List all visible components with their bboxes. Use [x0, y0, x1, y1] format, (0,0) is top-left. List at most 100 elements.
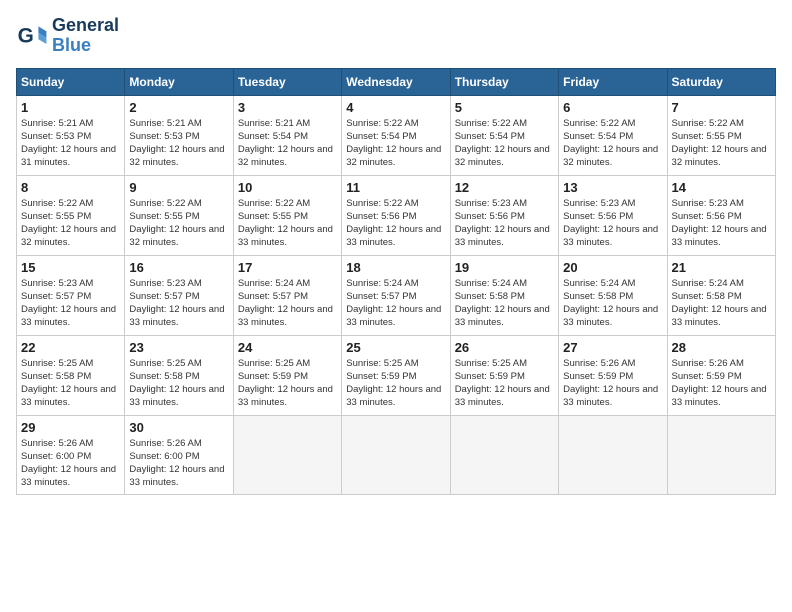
sunset-text: Sunset: 5:59 PM: [346, 370, 445, 383]
day-info: Sunrise: 5:24 AM Sunset: 5:58 PM Dayligh…: [455, 277, 554, 330]
day-info: Sunrise: 5:24 AM Sunset: 5:57 PM Dayligh…: [346, 277, 445, 330]
logo-text: General Blue: [52, 16, 119, 56]
sunset-text: Sunset: 5:57 PM: [346, 290, 445, 303]
day-number: 28: [672, 340, 771, 355]
sunset-text: Sunset: 5:57 PM: [21, 290, 120, 303]
sunset-text: Sunset: 5:58 PM: [129, 370, 228, 383]
daylight-text: Daylight: 12 hours and 33 minutes.: [346, 303, 445, 330]
day-cell-14: 14 Sunrise: 5:23 AM Sunset: 5:56 PM Dayl…: [667, 175, 775, 255]
day-number: 8: [21, 180, 120, 195]
sunrise-text: Sunrise: 5:25 AM: [238, 357, 337, 370]
sunrise-text: Sunrise: 5:22 AM: [21, 197, 120, 210]
daylight-text: Daylight: 12 hours and 33 minutes.: [21, 303, 120, 330]
day-number: 21: [672, 260, 771, 275]
sunset-text: Sunset: 5:54 PM: [346, 130, 445, 143]
header-thursday: Thursday: [450, 68, 558, 95]
day-cell-26: 26 Sunrise: 5:25 AM Sunset: 5:59 PM Dayl…: [450, 335, 558, 415]
daylight-text: Daylight: 12 hours and 32 minutes.: [563, 143, 662, 170]
day-cell-29: 29 Sunrise: 5:26 AM Sunset: 6:00 PM Dayl…: [17, 415, 125, 494]
day-number: 25: [346, 340, 445, 355]
day-info: Sunrise: 5:22 AM Sunset: 5:54 PM Dayligh…: [455, 117, 554, 170]
daylight-text: Daylight: 12 hours and 33 minutes.: [563, 303, 662, 330]
sunrise-text: Sunrise: 5:22 AM: [238, 197, 337, 210]
sunset-text: Sunset: 5:57 PM: [238, 290, 337, 303]
sunrise-text: Sunrise: 5:24 AM: [238, 277, 337, 290]
daylight-text: Daylight: 12 hours and 33 minutes.: [21, 463, 120, 490]
logo-icon: G: [16, 20, 48, 52]
day-info: Sunrise: 5:21 AM Sunset: 5:53 PM Dayligh…: [129, 117, 228, 170]
sunset-text: Sunset: 5:54 PM: [563, 130, 662, 143]
day-number: 11: [346, 180, 445, 195]
daylight-text: Daylight: 12 hours and 33 minutes.: [21, 383, 120, 410]
day-number: 10: [238, 180, 337, 195]
daylight-text: Daylight: 12 hours and 33 minutes.: [238, 223, 337, 250]
sunset-text: Sunset: 5:57 PM: [129, 290, 228, 303]
day-info: Sunrise: 5:21 AM Sunset: 5:53 PM Dayligh…: [21, 117, 120, 170]
day-cell-2: 2 Sunrise: 5:21 AM Sunset: 5:53 PM Dayli…: [125, 95, 233, 175]
day-number: 6: [563, 100, 662, 115]
sunrise-text: Sunrise: 5:22 AM: [129, 197, 228, 210]
day-cell-21: 21 Sunrise: 5:24 AM Sunset: 5:58 PM Dayl…: [667, 255, 775, 335]
daylight-text: Daylight: 12 hours and 33 minutes.: [455, 303, 554, 330]
day-cell-27: 27 Sunrise: 5:26 AM Sunset: 5:59 PM Dayl…: [559, 335, 667, 415]
daylight-text: Daylight: 12 hours and 32 minutes.: [129, 223, 228, 250]
day-cell-11: 11 Sunrise: 5:22 AM Sunset: 5:56 PM Dayl…: [342, 175, 450, 255]
day-info: Sunrise: 5:25 AM Sunset: 5:59 PM Dayligh…: [346, 357, 445, 410]
day-number: 3: [238, 100, 337, 115]
sunrise-text: Sunrise: 5:26 AM: [563, 357, 662, 370]
day-info: Sunrise: 5:22 AM Sunset: 5:56 PM Dayligh…: [346, 197, 445, 250]
empty-cell: [559, 415, 667, 494]
day-info: Sunrise: 5:25 AM Sunset: 5:58 PM Dayligh…: [129, 357, 228, 410]
daylight-text: Daylight: 12 hours and 33 minutes.: [563, 223, 662, 250]
day-cell-22: 22 Sunrise: 5:25 AM Sunset: 5:58 PM Dayl…: [17, 335, 125, 415]
calendar-week-1: 1 Sunrise: 5:21 AM Sunset: 5:53 PM Dayli…: [17, 95, 776, 175]
daylight-text: Daylight: 12 hours and 33 minutes.: [563, 383, 662, 410]
day-number: 16: [129, 260, 228, 275]
day-info: Sunrise: 5:26 AM Sunset: 6:00 PM Dayligh…: [129, 437, 228, 490]
day-number: 22: [21, 340, 120, 355]
daylight-text: Daylight: 12 hours and 33 minutes.: [346, 383, 445, 410]
day-number: 13: [563, 180, 662, 195]
day-number: 1: [21, 100, 120, 115]
empty-cell: [233, 415, 341, 494]
sunrise-text: Sunrise: 5:25 AM: [455, 357, 554, 370]
day-number: 12: [455, 180, 554, 195]
day-info: Sunrise: 5:22 AM Sunset: 5:54 PM Dayligh…: [346, 117, 445, 170]
daylight-text: Daylight: 12 hours and 32 minutes.: [129, 143, 228, 170]
header-wednesday: Wednesday: [342, 68, 450, 95]
day-number: 15: [21, 260, 120, 275]
day-number: 7: [672, 100, 771, 115]
day-info: Sunrise: 5:22 AM Sunset: 5:55 PM Dayligh…: [129, 197, 228, 250]
daylight-text: Daylight: 12 hours and 33 minutes.: [346, 223, 445, 250]
day-cell-19: 19 Sunrise: 5:24 AM Sunset: 5:58 PM Dayl…: [450, 255, 558, 335]
sunrise-text: Sunrise: 5:23 AM: [672, 197, 771, 210]
day-number: 9: [129, 180, 228, 195]
sunrise-text: Sunrise: 5:22 AM: [346, 197, 445, 210]
sunset-text: Sunset: 5:58 PM: [455, 290, 554, 303]
day-cell-16: 16 Sunrise: 5:23 AM Sunset: 5:57 PM Dayl…: [125, 255, 233, 335]
day-info: Sunrise: 5:23 AM Sunset: 5:57 PM Dayligh…: [129, 277, 228, 330]
sunset-text: Sunset: 5:53 PM: [129, 130, 228, 143]
sunrise-text: Sunrise: 5:24 AM: [455, 277, 554, 290]
sunset-text: Sunset: 5:55 PM: [238, 210, 337, 223]
day-info: Sunrise: 5:24 AM Sunset: 5:58 PM Dayligh…: [563, 277, 662, 330]
day-number: 26: [455, 340, 554, 355]
day-number: 4: [346, 100, 445, 115]
daylight-text: Daylight: 12 hours and 33 minutes.: [672, 383, 771, 410]
day-info: Sunrise: 5:26 AM Sunset: 5:59 PM Dayligh…: [672, 357, 771, 410]
day-info: Sunrise: 5:22 AM Sunset: 5:55 PM Dayligh…: [21, 197, 120, 250]
day-cell-15: 15 Sunrise: 5:23 AM Sunset: 5:57 PM Dayl…: [17, 255, 125, 335]
header-monday: Monday: [125, 68, 233, 95]
day-number: 30: [129, 420, 228, 435]
day-number: 18: [346, 260, 445, 275]
empty-cell: [667, 415, 775, 494]
day-number: 27: [563, 340, 662, 355]
logo: G General Blue: [16, 16, 119, 56]
calendar-table: SundayMondayTuesdayWednesdayThursdayFrid…: [16, 68, 776, 495]
sunset-text: Sunset: 5:58 PM: [672, 290, 771, 303]
day-info: Sunrise: 5:24 AM Sunset: 5:57 PM Dayligh…: [238, 277, 337, 330]
day-cell-1: 1 Sunrise: 5:21 AM Sunset: 5:53 PM Dayli…: [17, 95, 125, 175]
sunset-text: Sunset: 5:55 PM: [672, 130, 771, 143]
sunset-text: Sunset: 6:00 PM: [129, 450, 228, 463]
sunrise-text: Sunrise: 5:24 AM: [346, 277, 445, 290]
